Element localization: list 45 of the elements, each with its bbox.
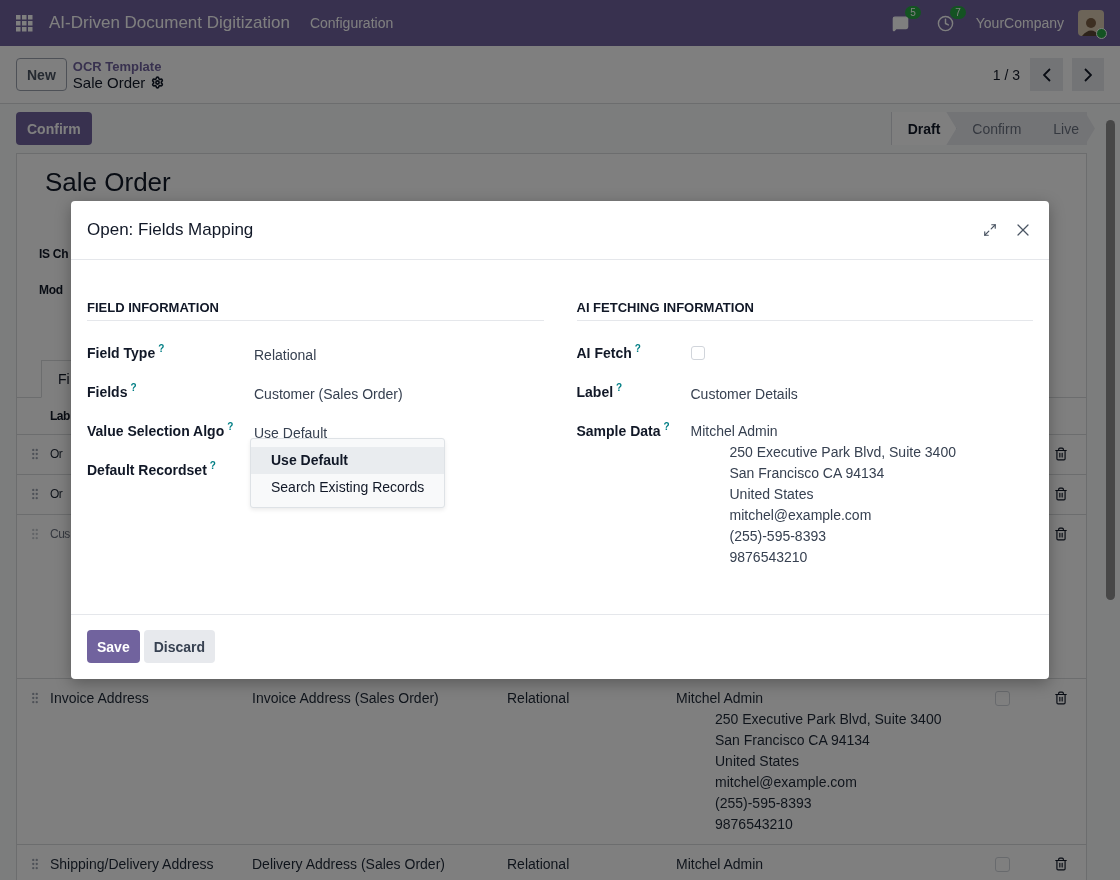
row-label: Cus (50, 526, 70, 543)
record-title: Sale Order (45, 166, 172, 198)
address-line: (255)-595-8393 (729, 527, 827, 546)
field-label: Sample Data (576, 423, 661, 439)
table-cell-text: Relational (507, 689, 570, 708)
table-cell-text: Delivery Address (Sales Order) (252, 855, 445, 874)
address-line: San Francisco CA 94134 (729, 464, 886, 483)
address-line: mitchel@example.com (729, 506, 873, 525)
section-heading: FIELD INFORMATION (87, 300, 544, 321)
count-badge: 5 (905, 5, 921, 19)
field-label: AI Fetch (576, 345, 632, 361)
address-line: 9876543210 (729, 548, 809, 567)
field-label: Label (576, 384, 614, 400)
field-label: IS Ch (39, 247, 70, 261)
sample-name: Mitchel Admin (690, 422, 779, 441)
address-line: (255)-595-8393 (715, 794, 813, 813)
address-line: mitchel@example.com (715, 773, 858, 792)
section-heading: AI FETCHING INFORMATION (576, 300, 1033, 321)
field-label: Field Type (87, 345, 156, 361)
breadcrumb-current: Sale Order (72, 74, 146, 91)
address-line: United States (729, 485, 815, 504)
table-cell-text: Invoice Address (Sales Order) (252, 689, 439, 708)
row-label: Or (50, 486, 63, 503)
address-line: United States (715, 752, 801, 771)
sample-name: Mitchel Admin (676, 689, 764, 708)
field-label: Mod (39, 283, 64, 297)
address-line: 250 Executive Park Blvd, Suite 3400 (729, 443, 957, 462)
row-label: Or (50, 446, 63, 463)
field-label: Fields (87, 384, 128, 400)
address-line: San Francisco CA 94134 (715, 731, 871, 750)
address-line: 9876543210 (715, 815, 794, 834)
field-value: Relational (254, 346, 318, 365)
field-value: Use Default (254, 424, 329, 443)
field-value: Customer (Sales Order) (254, 385, 404, 404)
pager-value: 1 / 3 (992, 66, 1020, 83)
row-label: Shipping/Delivery Address (50, 855, 214, 874)
dialog-title: Open: Fields Mapping (87, 220, 255, 240)
address-line: 250 Executive Park Blvd, Suite 3400 (715, 710, 942, 729)
sample-name: Mitchel Admin (676, 855, 764, 874)
table-cell-text: Relational (507, 855, 570, 874)
row-label: Invoice Address (50, 689, 149, 708)
count-badge: 7 (950, 5, 966, 19)
field-label: Value Selection Algo (87, 423, 225, 439)
field-label: Default Recordset (87, 462, 207, 478)
field-value: Customer Details (690, 385, 799, 404)
